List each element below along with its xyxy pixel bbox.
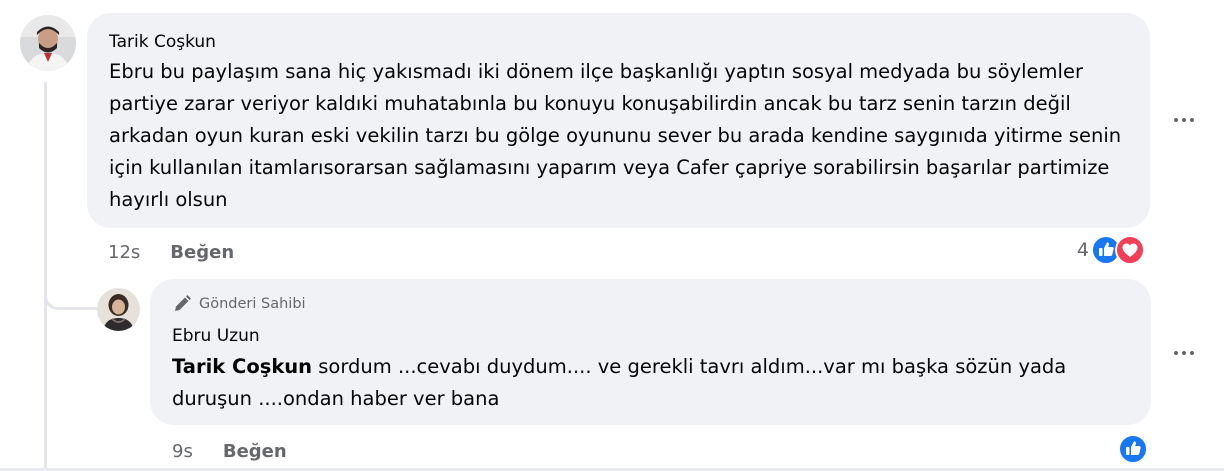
more-dot-icon [1190,351,1194,355]
reaction-count: 4 [1076,239,1089,261]
reply-bubble: Gönderi Sahibi Ebru Uzun Tarik Coşkun so… [150,279,1151,425]
reply-author[interactable]: Ebru Uzun [172,325,1129,347]
comment-thread: Tarik Coşkun Ebru bu paylaşım sana hiç y… [0,0,1224,471]
post-owner-label: Gönderi Sahibi [199,296,306,312]
more-dot-icon [1182,351,1186,355]
reply-timestamp[interactable]: 9s [172,441,193,462]
avatar-image [97,288,140,331]
reply-reaction-summary[interactable] [1118,433,1148,465]
comment-text: Ebru bu paylaşım sana hiç yakısmadı iki … [109,60,1122,211]
avatar-ebru-uzun[interactable] [97,288,140,331]
post-owner-badge: Gönderi Sahibi [172,293,1129,315]
more-options-button[interactable] [1169,110,1199,130]
reply-like-button[interactable]: Beğen [223,441,287,462]
comment-bubble: Tarik Coşkun Ebru bu paylaşım sana hiç y… [87,13,1150,228]
mention-link[interactable]: Tarik Coşkun [172,355,312,378]
more-dot-icon [1174,118,1178,122]
more-dot-icon [1190,118,1194,122]
reply-connector-line [44,262,98,310]
reply-actions: 9s Beğen [172,437,287,465]
pencil-icon [175,295,191,311]
more-dot-icon [1182,118,1186,122]
avatar-image [20,15,76,71]
comment-actions: 12s Beğen [108,238,234,266]
comment-author[interactable]: Tarik Coşkun [109,31,1128,53]
love-icon [1115,235,1145,265]
reply-text-block: Tarik Coşkun sordum ...cevabı duydum....… [172,351,1129,415]
like-icon [1118,434,1148,464]
reply-more-options-button[interactable] [1169,343,1199,363]
avatar-tarik-coskun[interactable] [20,15,76,71]
reaction-summary[interactable]: 4 [1077,234,1145,266]
more-dot-icon [1174,351,1178,355]
like-button[interactable]: Beğen [170,242,234,263]
comment-timestamp[interactable]: 12s [108,242,140,263]
